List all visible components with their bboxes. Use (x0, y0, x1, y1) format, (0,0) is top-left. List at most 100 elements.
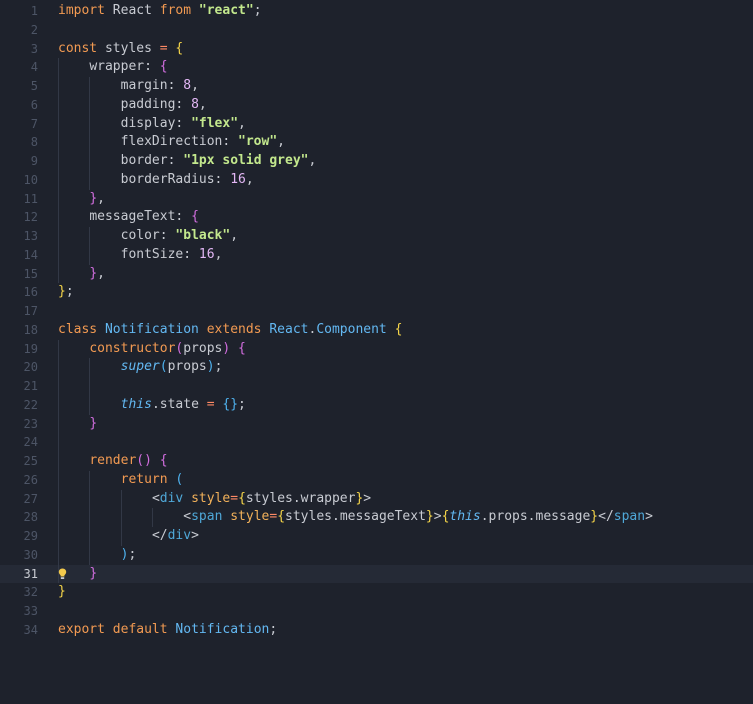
token-plain: , (245, 171, 254, 187)
code-line[interactable]: 14 fontSize: 16, (0, 245, 753, 265)
code-line[interactable]: 27 <div style={styles.wrapper}> (0, 489, 753, 509)
token-b2: } (89, 565, 98, 581)
code-line[interactable]: 33 (0, 602, 753, 621)
code-text: color: "black", (121, 227, 238, 246)
indent-guide (151, 508, 153, 527)
code-text: render() { (89, 452, 167, 471)
token-plain: ; (214, 359, 223, 375)
line-number: 33 (23, 604, 38, 618)
code-line[interactable]: 8 flexDirection: "row", (0, 133, 753, 152)
indent-guide (58, 152, 59, 171)
code-line[interactable]: 32} (0, 583, 753, 602)
code-line[interactable]: 21 (0, 377, 753, 396)
token-punc: </ (151, 528, 168, 543)
indent-guide (89, 133, 91, 152)
code-text: super(props); (121, 358, 223, 377)
indent-guide (89, 508, 91, 527)
code-line[interactable]: 31} (0, 564, 753, 584)
token-method: constructor (89, 340, 176, 356)
line-number: 20 (23, 360, 38, 375)
code-line[interactable]: 18 class Notification extends React.Compo… (0, 321, 753, 340)
code-line[interactable]: 13 color: "black", (0, 227, 753, 246)
code-line[interactable]: 10 borderRadius: 16, (0, 170, 753, 190)
token-plain: wrapper (89, 59, 145, 75)
code-line[interactable]: 16}; (0, 283, 753, 302)
token-b1: { (175, 40, 184, 56)
code-editor[interactable]: 1 import React from "react"; 2 3 const style… (0, 0, 753, 704)
code-line[interactable]: 7 display: "flex", (0, 114, 753, 134)
code-line[interactable]: 2 (0, 21, 753, 40)
line-number: 1 (30, 4, 38, 18)
token-op: = (230, 490, 239, 506)
line-number: 11 (23, 191, 38, 206)
code-line[interactable]: 28 <span style={styles.messageText}>{this… (0, 508, 753, 527)
token-punc: </ (598, 509, 614, 525)
indent-guide (89, 527, 91, 546)
code-line[interactable]: 1 import React from "react"; (0, 2, 753, 21)
token-plain: ; (65, 284, 74, 300)
token-b2: { (191, 209, 199, 225)
indent-guide (120, 489, 122, 509)
line-number: 22 (23, 397, 38, 412)
code-text: borderRadius: 16, (121, 171, 254, 190)
token-plain: .state (151, 396, 207, 412)
code-line[interactable]: 4 wrapper: { (0, 58, 753, 77)
token-plain: ; (128, 546, 137, 562)
token-method: render (89, 453, 137, 468)
token-plain: border (120, 153, 168, 168)
code-line[interactable]: 9 border: "1px solid grey", (0, 152, 753, 171)
line-number: 15 (23, 266, 38, 281)
code-line[interactable]: 22 this.state = {}; (0, 395, 753, 415)
token-kw: import (58, 3, 105, 18)
line-number: 9 (30, 154, 38, 168)
indent-guide (120, 508, 122, 527)
line-number: 17 (23, 304, 38, 318)
line-number: 28 (23, 510, 38, 525)
line-number: 4 (30, 60, 38, 75)
indent-guide (58, 545, 59, 565)
indent-guide (58, 208, 59, 227)
line-number: 3 (30, 41, 38, 56)
token-ital: this (449, 509, 481, 525)
indent-guide (89, 227, 91, 246)
token-plain: styles (97, 40, 160, 56)
code-line[interactable]: 17 (0, 302, 753, 321)
code-line[interactable]: 12 messageText: { (0, 208, 753, 227)
indent-guide (89, 170, 91, 190)
token-plain: margin (120, 78, 168, 93)
indent-guide (89, 545, 91, 565)
code-line[interactable]: 24 (0, 433, 753, 452)
code-line[interactable]: 11}, (0, 189, 753, 209)
code-line[interactable]: 29 </div> (0, 527, 753, 546)
code-line[interactable]: 15}, (0, 264, 753, 284)
token-plain: , (214, 246, 223, 262)
code-line[interactable]: 5 margin: 8, (0, 77, 753, 96)
code-text: flexDirection: "row", (121, 133, 285, 152)
token-b3: ) (206, 359, 215, 375)
code-line[interactable]: 20 super(props); (0, 358, 753, 377)
line-number: 2 (30, 22, 38, 37)
token-b3: ( (159, 359, 168, 375)
token-tag: div (159, 490, 184, 506)
code-line[interactable]: 26 return ( (0, 470, 753, 490)
code-line[interactable]: 23} (0, 414, 753, 434)
code-line[interactable]: 3 const styles = { (0, 40, 753, 59)
line-number: 29 (23, 529, 38, 543)
code-line[interactable]: 25 render() { (0, 452, 753, 471)
token-op: = (206, 396, 215, 412)
line-number: 18 (23, 322, 38, 337)
code-line[interactable]: 30); (0, 545, 753, 565)
lightbulb-icon[interactable] (58, 568, 67, 580)
token-cls: Notification (175, 621, 270, 637)
line-number: 13 (23, 229, 38, 243)
code-line[interactable]: 19 constructor(props) { (0, 339, 753, 359)
token-plain: , (97, 190, 105, 206)
code-line[interactable]: 34 export default Notification; (0, 621, 753, 640)
indent-guide (58, 452, 59, 471)
token-punc: > (645, 509, 653, 525)
indent-guide (58, 414, 59, 434)
code-line[interactable]: 6 padding: 8, (0, 95, 753, 115)
